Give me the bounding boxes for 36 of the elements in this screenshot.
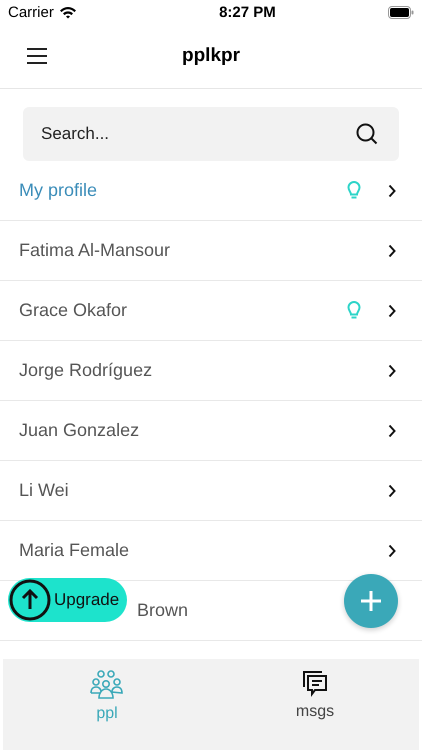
contact-name: Juan Gonzalez [19,420,140,441]
chevron-right-icon [388,424,396,438]
contact-row[interactable]: Juan Gonzalez [0,401,422,461]
carrier-label: Carrier [8,4,54,20]
contact-row[interactable]: Li Wei [0,461,422,521]
search-field[interactable]: Search... [23,107,399,161]
contact-name: Brown [137,600,188,621]
app-title: pplkpr [180,45,242,67]
contact-name: Fatima Al-Mansour [19,240,172,261]
chevron-right-icon [388,544,396,558]
chat-bubbles-icon [301,669,329,697]
contact-name: Li Wei [19,480,70,501]
contact-row[interactable]: Fatima Al-Mansour [0,221,422,281]
chevron-right-icon [388,304,396,318]
contact-name: Grace Okafor [19,300,128,321]
add-button[interactable] [344,574,398,628]
search-icon[interactable] [355,122,379,146]
upgrade-button[interactable]: Upgrade [8,578,128,622]
chevron-right-icon [388,184,396,198]
contact-row[interactable]: My profile [0,161,422,221]
wifi-icon [58,6,77,18]
contact-row[interactable]: Grace Okafor [0,281,422,341]
plus-icon [360,590,382,612]
contact-name: My profile [19,180,98,201]
chevron-right-icon [388,244,396,258]
contact-row[interactable]: Jorge Rodríguez [0,341,422,401]
contact-name: Maria Female [19,540,130,561]
tab-item[interactable]: msgs [211,659,419,750]
contact-name: Jorge Rodríguez [19,360,154,381]
battery-icon [388,6,414,18]
menu-icon[interactable] [26,47,48,65]
chevron-right-icon [388,484,396,498]
chevron-right-icon [388,364,396,378]
arrow-up-circle-icon [8,578,52,622]
people-icon [89,669,125,699]
clock-time: 8:27 PM [219,4,276,20]
